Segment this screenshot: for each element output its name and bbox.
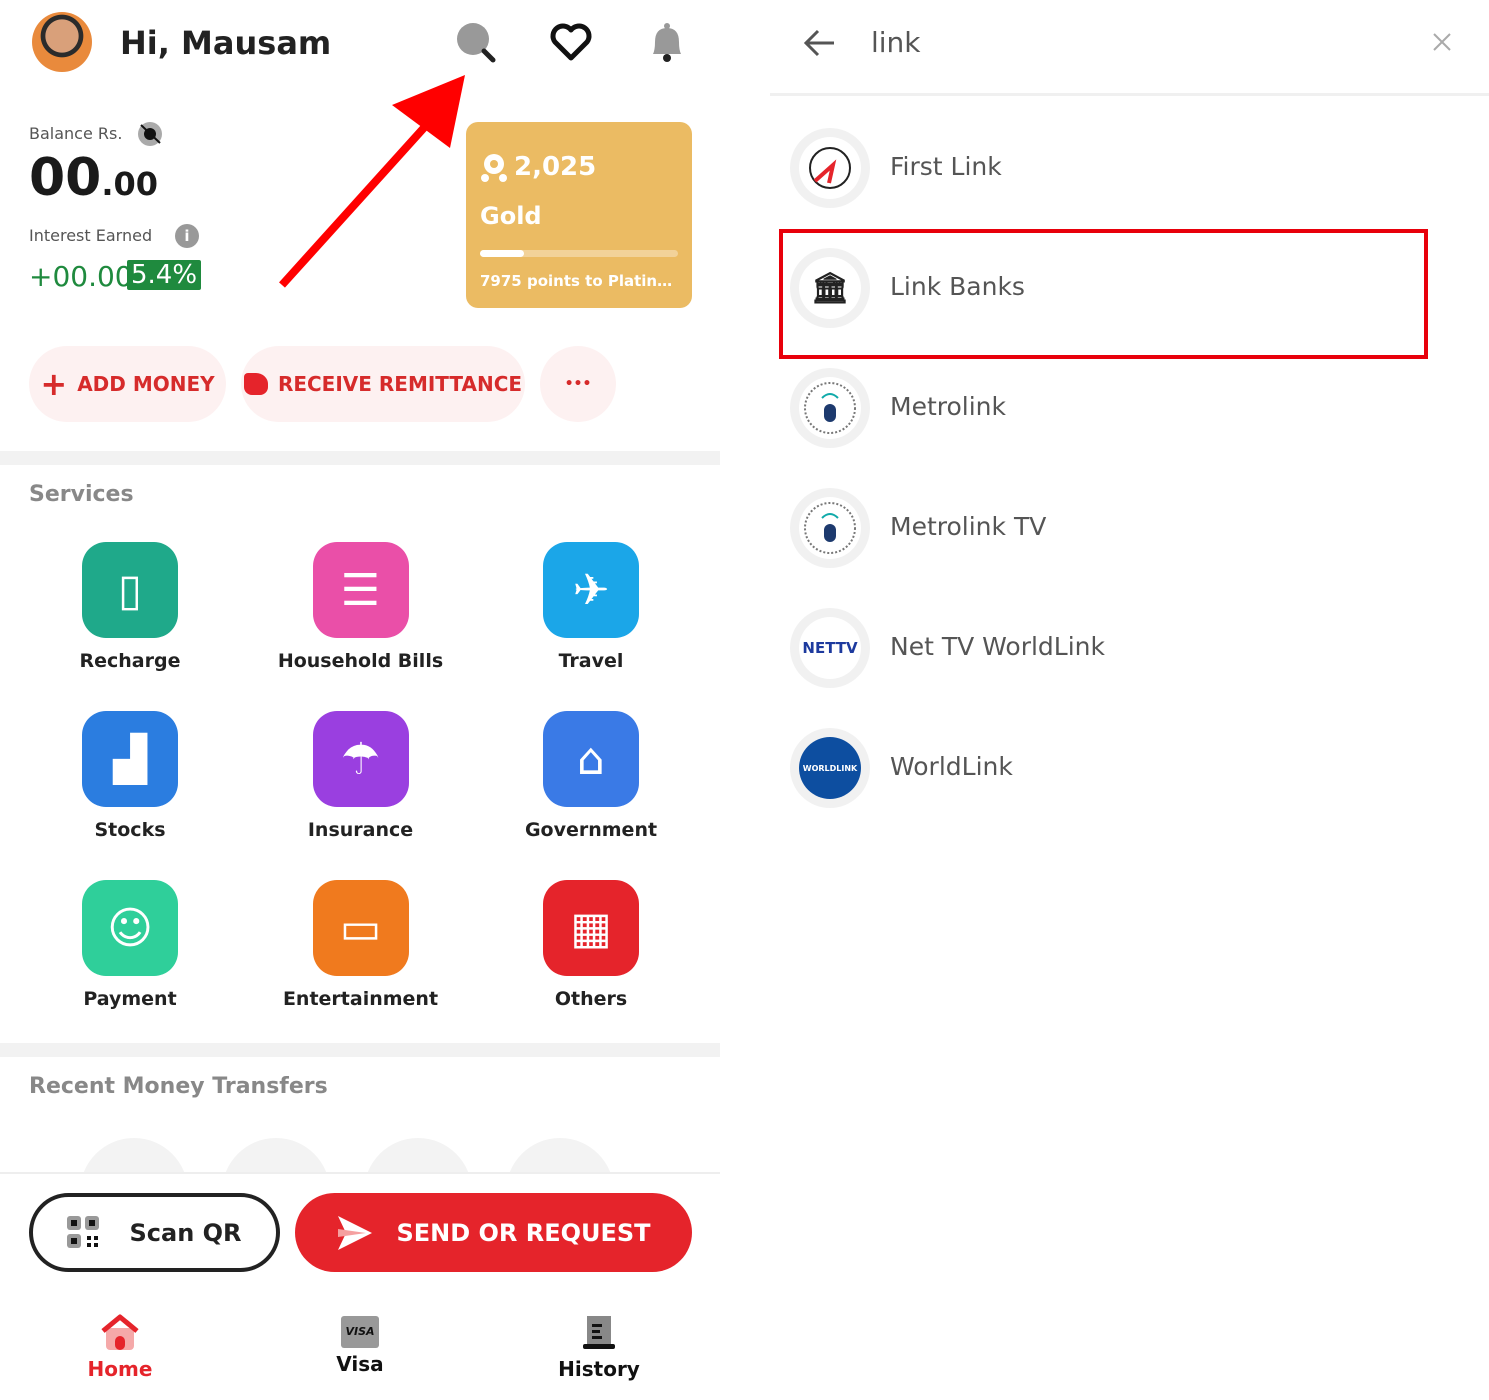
- divider: [0, 1043, 720, 1057]
- search-result-item[interactable]: Metrolink TV: [770, 468, 1489, 588]
- payment-icon: ☺: [82, 880, 178, 976]
- back-arrow-icon[interactable]: [802, 26, 836, 60]
- service-insurance[interactable]: ☂ Insurance: [246, 711, 476, 841]
- services-title: Services: [29, 482, 134, 507]
- plus-icon: +: [40, 365, 68, 403]
- service-label: Government: [524, 819, 658, 841]
- home-icon: [101, 1314, 139, 1350]
- plane-icon: ✈: [543, 542, 639, 638]
- result-name: Metrolink: [890, 392, 1006, 421]
- receive-remittance-button[interactable]: RECEIVE REMITTANCE: [241, 346, 525, 422]
- balance-amount: 00.00: [29, 148, 158, 208]
- service-entertainment[interactable]: ▭ Entertainment: [246, 880, 476, 1010]
- search-bar: link: [770, 0, 1489, 96]
- result-name: First Link: [890, 152, 1002, 181]
- tier-progress-fill: [480, 250, 524, 257]
- search-result-item[interactable]: NETTV Net TV WorldLink: [770, 588, 1489, 708]
- result-name: WorldLink: [890, 752, 1013, 781]
- service-stocks[interactable]: ▟ Stocks: [15, 711, 245, 841]
- service-label: Household Bills: [277, 650, 444, 672]
- receive-remittance-label: RECEIVE REMITTANCE: [277, 372, 523, 396]
- more-icon: •••: [564, 376, 592, 392]
- nav-history[interactable]: History: [519, 1312, 679, 1381]
- search-result-item[interactable]: WORLDLINK WorldLink: [770, 708, 1489, 828]
- result-name: Net TV WorldLink: [890, 632, 1105, 661]
- add-money-label: ADD MONEY: [77, 372, 215, 396]
- service-label: Insurance: [307, 819, 414, 841]
- bell-icon[interactable]: [645, 20, 689, 64]
- rewards-card[interactable]: 2,025 Gold 7975 points to Platinu...: [466, 122, 692, 308]
- balance-label: Balance Rs.: [29, 124, 123, 143]
- nav-home-label: Home: [87, 1357, 153, 1381]
- heart-icon[interactable]: [549, 20, 593, 64]
- add-money-button[interactable]: + ADD MONEY: [29, 346, 226, 422]
- info-icon[interactable]: i: [175, 224, 199, 248]
- service-label: Stocks: [94, 819, 166, 841]
- more-actions-button[interactable]: •••: [540, 346, 616, 422]
- bill-icon: ☰: [312, 542, 409, 638]
- service-recharge[interactable]: ▯ Recharge: [15, 542, 245, 672]
- first-link-logo: [790, 128, 870, 208]
- interest-label: Interest Earned: [29, 226, 153, 245]
- service-payment[interactable]: ☺ Payment: [15, 880, 245, 1010]
- send-icon: [338, 1215, 373, 1250]
- highlight-box: [779, 229, 1428, 359]
- search-screen: link First Link 🏛 Link Banks Metrolink Metro…: [770, 0, 1489, 1400]
- metrolink-logo: [790, 488, 870, 568]
- service-government[interactable]: ⌂ Government: [476, 711, 706, 841]
- avatar[interactable]: [32, 12, 92, 72]
- recent-transfers-title: Recent Money Transfers: [29, 1074, 328, 1099]
- search-result-item[interactable]: Metrolink: [770, 348, 1489, 468]
- hide-balance-icon[interactable]: [138, 122, 162, 146]
- home-screen: Hi, Mausam Balance Rs. 00.00 Interest Ea…: [0, 0, 720, 1400]
- send-or-request-label: SEND OR REQUEST: [396, 1218, 651, 1247]
- nettv-logo: NETTV: [790, 608, 870, 688]
- nav-home[interactable]: Home: [40, 1312, 200, 1381]
- ticket-icon: ▭: [312, 880, 409, 976]
- service-travel[interactable]: ✈ Travel: [476, 542, 706, 672]
- greeting: Hi, Mausam: [120, 24, 332, 62]
- balance-decimal: .00: [101, 165, 159, 203]
- nav-visa-label: Visa: [336, 1352, 384, 1376]
- reward-tier: Gold: [480, 202, 542, 230]
- search-input[interactable]: link: [871, 26, 921, 59]
- service-label: Payment: [83, 988, 177, 1010]
- result-name: Metrolink TV: [890, 512, 1047, 541]
- service-others[interactable]: ▦ Others: [476, 880, 706, 1010]
- government-icon: ⌂: [543, 711, 639, 807]
- points-to-next-tier: 7975 points to Platinu...: [480, 272, 680, 290]
- metrolink-logo: [790, 368, 870, 448]
- service-label: Travel: [558, 650, 624, 672]
- clear-close-icon[interactable]: [1432, 32, 1452, 52]
- umbrella-icon: ☂: [312, 711, 409, 807]
- tier-progress-bar: [480, 250, 678, 257]
- search-icon[interactable]: [453, 20, 497, 64]
- service-label: Entertainment: [282, 988, 439, 1010]
- stocks-icon: ▟: [82, 711, 178, 807]
- divider: [0, 451, 720, 465]
- interest-value: +00.00: [29, 260, 133, 293]
- remittance-hand-icon: [243, 373, 268, 395]
- interest-rate-badge: 5.4%: [127, 260, 202, 290]
- nav-history-label: History: [558, 1357, 640, 1381]
- scan-qr-button[interactable]: Scan QR: [29, 1193, 280, 1272]
- search-result-item[interactable]: First Link: [770, 108, 1489, 228]
- reward-points: 2,025: [514, 152, 597, 182]
- annotation-arrow: [279, 75, 465, 288]
- reward-medal-icon: [481, 154, 507, 182]
- service-label: Recharge: [79, 650, 181, 672]
- nav-visa[interactable]: VISA Visa: [280, 1312, 440, 1376]
- worldlink-logo: WORLDLINK: [790, 728, 870, 808]
- service-household-bills[interactable]: ☰ Household Bills: [246, 542, 476, 672]
- balance-whole: 00: [29, 148, 102, 208]
- visa-icon: VISA: [341, 1316, 379, 1348]
- scan-qr-label: Scan QR: [129, 1218, 242, 1247]
- send-or-request-button[interactable]: SEND OR REQUEST: [295, 1193, 692, 1272]
- recharge-icon: ▯: [82, 542, 178, 638]
- service-label: Others: [554, 988, 628, 1010]
- qr-icon: [67, 1215, 100, 1248]
- history-receipt-icon: [583, 1316, 615, 1349]
- grid-icon: ▦: [543, 880, 639, 976]
